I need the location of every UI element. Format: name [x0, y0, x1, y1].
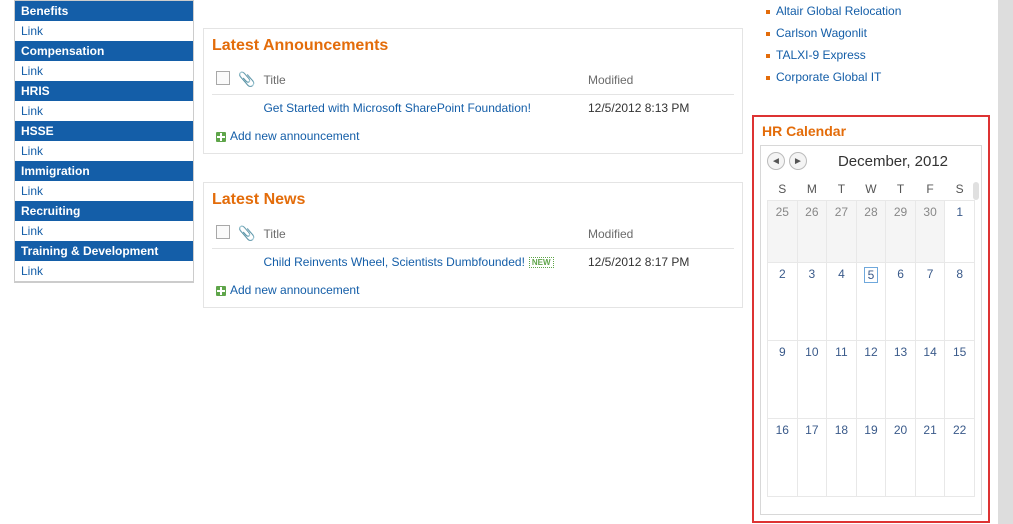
col-title[interactable]: Title: [259, 219, 584, 249]
nav-header[interactable]: Benefits: [15, 1, 193, 21]
calendar-day[interactable]: 12: [856, 341, 886, 419]
left-nav: BenefitsLinkCompensationLinkHRISLinkHSSE…: [14, 0, 194, 283]
add-news-link[interactable]: Add new announcement: [212, 275, 734, 297]
calendar-day[interactable]: 14: [915, 341, 945, 419]
prev-month-button[interactable]: ◄: [767, 152, 785, 170]
dow-header: T: [886, 178, 916, 201]
calendar-day[interactable]: 19: [856, 419, 886, 497]
plus-icon: [216, 286, 226, 296]
bullet-icon: [766, 76, 770, 80]
calendar-day[interactable]: 15: [945, 341, 975, 419]
col-modified[interactable]: Modified: [584, 65, 734, 95]
dow-header: S: [945, 178, 975, 201]
news-panel: Latest News 📎 Title Modified Child Reinv…: [203, 182, 743, 308]
calendar-day[interactable]: 7: [915, 263, 945, 341]
right-link-item[interactable]: Corporate Global IT: [756, 66, 976, 88]
calendar-day[interactable]: 6: [886, 263, 916, 341]
nav-header[interactable]: Training & Development: [15, 241, 193, 261]
calendar-month-label: December, 2012: [811, 153, 975, 170]
hr-calendar-panel: HR Calendar ◄ ► December, 2012 SMTWTFS 2…: [752, 115, 990, 523]
nav-link[interactable]: Link: [15, 141, 193, 161]
col-title[interactable]: Title: [259, 65, 584, 95]
news-table: 📎 Title Modified Child Reinvents Wheel, …: [212, 219, 734, 275]
calendar-day[interactable]: 20: [886, 419, 916, 497]
announcements-title: Latest Announcements: [212, 29, 734, 65]
nav-link[interactable]: Link: [15, 181, 193, 201]
nav-header[interactable]: HRIS: [15, 81, 193, 101]
calendar-day[interactable]: 26: [797, 201, 827, 263]
calendar-day[interactable]: 11: [827, 341, 857, 419]
dow-header: M: [797, 178, 827, 201]
calendar-day[interactable]: 30: [915, 201, 945, 263]
nav-link[interactable]: Link: [15, 261, 193, 281]
calendar-day[interactable]: 18: [827, 419, 857, 497]
calendar-day[interactable]: 10: [797, 341, 827, 419]
right-link-item[interactable]: Carlson Wagonlit: [756, 22, 976, 44]
scrollbar-thumb[interactable]: [973, 182, 979, 200]
nav-header[interactable]: HSSE: [15, 121, 193, 141]
dow-header: T: [827, 178, 857, 201]
nav-link[interactable]: Link: [15, 21, 193, 41]
select-all-checkbox[interactable]: [216, 225, 230, 239]
nav-link[interactable]: Link: [15, 101, 193, 121]
dow-header: W: [856, 178, 886, 201]
attachment-icon: 📎: [238, 71, 255, 87]
add-announcement-link[interactable]: Add new announcement: [212, 121, 734, 143]
calendar-day[interactable]: 29: [886, 201, 916, 263]
news-link[interactable]: Child Reinvents Wheel, Scientists Dumbfo…: [263, 255, 524, 269]
calendar-title: HR Calendar: [760, 123, 982, 145]
bullet-icon: [766, 32, 770, 36]
announcement-link[interactable]: Get Started with Microsoft SharePoint Fo…: [263, 101, 530, 115]
announcements-table: 📎 Title Modified Get Started with Micros…: [212, 65, 734, 121]
nav-header[interactable]: Compensation: [15, 41, 193, 61]
modified-cell: 12/5/2012 8:17 PM: [584, 249, 734, 276]
new-badge: NEW: [529, 257, 554, 268]
bullet-icon: [766, 10, 770, 14]
right-link-item[interactable]: TALXI-9 Express: [756, 44, 976, 66]
right-links-list: Altair Global RelocationCarlson Wagonlit…: [756, 0, 976, 88]
calendar-day[interactable]: 16: [768, 419, 798, 497]
calendar-day[interactable]: 5: [856, 263, 886, 341]
attachment-icon: 📎: [238, 225, 255, 241]
calendar-day[interactable]: 28: [856, 201, 886, 263]
plus-icon: [216, 132, 226, 142]
bullet-icon: [766, 54, 770, 58]
next-month-button[interactable]: ►: [789, 152, 807, 170]
calendar-day[interactable]: 3: [797, 263, 827, 341]
nav-link[interactable]: Link: [15, 61, 193, 81]
calendar-day[interactable]: 4: [827, 263, 857, 341]
table-row: Get Started with Microsoft SharePoint Fo…: [212, 95, 734, 122]
calendar-day[interactable]: 21: [915, 419, 945, 497]
calendar-day[interactable]: 9: [768, 341, 798, 419]
nav-header[interactable]: Recruiting: [15, 201, 193, 221]
nav-link[interactable]: Link: [15, 221, 193, 241]
table-row: Child Reinvents Wheel, Scientists Dumbfo…: [212, 249, 734, 276]
calendar-day[interactable]: 25: [768, 201, 798, 263]
dow-header: F: [915, 178, 945, 201]
nav-header[interactable]: Immigration: [15, 161, 193, 181]
dow-header: S: [768, 178, 798, 201]
calendar-day[interactable]: 27: [827, 201, 857, 263]
calendar-day[interactable]: 2: [768, 263, 798, 341]
right-grey-strip: [998, 0, 1013, 524]
select-all-checkbox[interactable]: [216, 71, 230, 85]
calendar-grid: SMTWTFS 25262728293012345678910111213141…: [767, 178, 975, 497]
calendar-day[interactable]: 17: [797, 419, 827, 497]
calendar-day[interactable]: 1: [945, 201, 975, 263]
col-modified[interactable]: Modified: [584, 219, 734, 249]
calendar-day[interactable]: 13: [886, 341, 916, 419]
modified-cell: 12/5/2012 8:13 PM: [584, 95, 734, 122]
announcements-panel: Latest Announcements 📎 Title Modified Ge…: [203, 28, 743, 154]
news-title: Latest News: [212, 183, 734, 219]
right-link-item[interactable]: Altair Global Relocation: [756, 0, 976, 22]
calendar-day[interactable]: 8: [945, 263, 975, 341]
calendar-day[interactable]: 22: [945, 419, 975, 497]
